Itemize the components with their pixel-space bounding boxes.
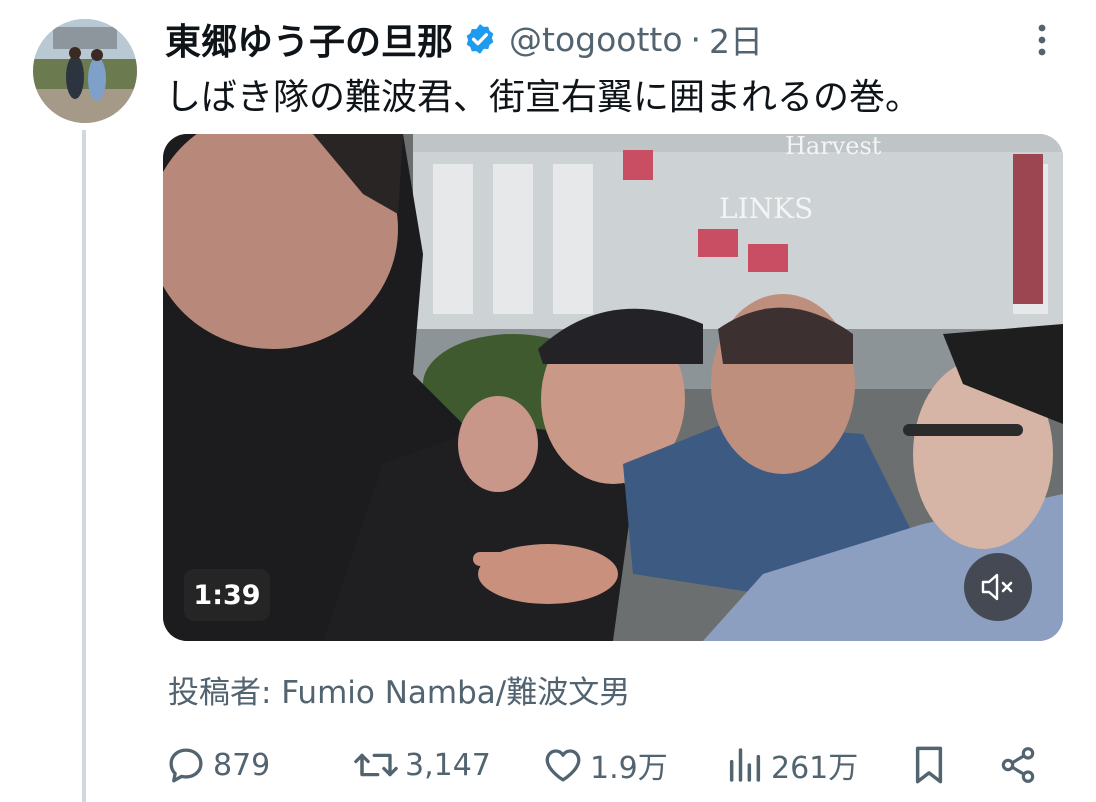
view-count: 261万	[771, 751, 859, 786]
building-sign-harvest: Harvest	[785, 134, 882, 160]
post-time[interactable]: 2日	[709, 15, 763, 63]
reply-button[interactable]: 879	[165, 740, 270, 790]
author-name[interactable]: 東郷ゆう子の旦那	[165, 13, 453, 65]
views-chart-icon	[729, 748, 761, 782]
retweet-button[interactable]: 3,147	[353, 740, 491, 790]
views-button[interactable]: 261万	[725, 740, 858, 790]
reply-count: 879	[213, 747, 271, 783]
share-icon	[1001, 747, 1035, 783]
speaker-muted-icon	[981, 573, 1013, 601]
share-button[interactable]	[998, 740, 1044, 790]
tweet-header: 東郷ゆう子の旦那 @togootto · 2日	[165, 14, 763, 64]
building-sign-links: LINKS	[719, 192, 813, 225]
author-avatar[interactable]	[33, 19, 137, 123]
separator-dot: ·	[690, 19, 702, 59]
author-handle[interactable]: @togootto	[509, 20, 683, 59]
more-options-icon[interactable]	[1034, 22, 1050, 58]
bookmark-icon	[915, 746, 943, 784]
verified-badge-icon	[466, 24, 494, 54]
mute-button[interactable]	[964, 553, 1032, 621]
media-credit[interactable]: 投稿者: Fumio Namba/難波文男	[168, 667, 630, 712]
tweet-text: しばき隊の難波君、街宣右翼に囲まれるの巻。	[165, 77, 922, 118]
thread-line	[82, 130, 86, 802]
reply-icon	[169, 748, 203, 783]
heart-icon	[545, 749, 581, 782]
like-count: 1.9万	[590, 751, 668, 786]
like-button[interactable]: 1.9万	[542, 740, 668, 790]
video-player[interactable]: Harvest LINKS	[163, 134, 1063, 641]
retweet-icon	[354, 753, 398, 777]
avatar-image	[33, 19, 137, 123]
action-bar: 879 3,147 1.9万 261万	[165, 740, 1045, 790]
bookmark-button[interactable]	[910, 740, 954, 790]
retweet-count: 3,147	[405, 747, 491, 783]
video-duration: 1:39	[184, 569, 270, 621]
video-frame: Harvest LINKS	[163, 134, 1063, 641]
